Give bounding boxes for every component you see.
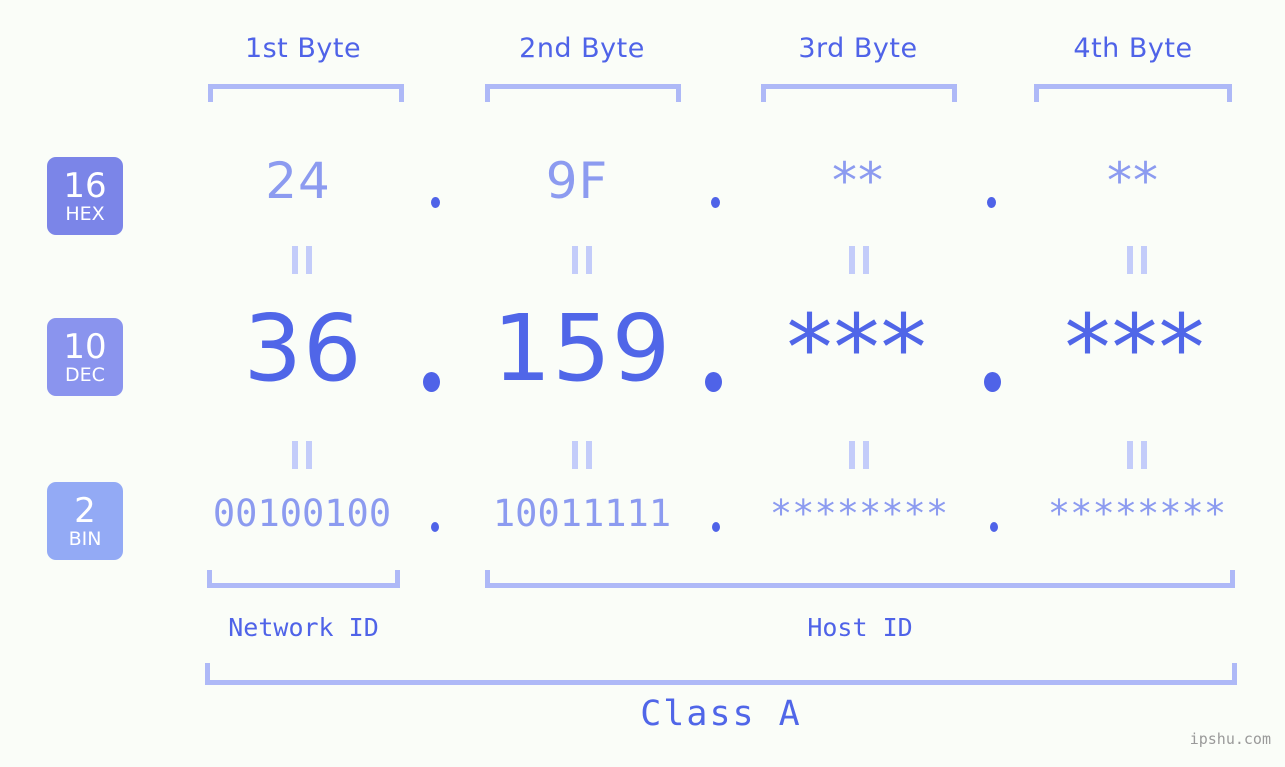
base-badge-bin-word: BIN — [68, 527, 102, 550]
hex-value-byte-4: ** — [1107, 152, 1159, 210]
byte-bracket-2 — [485, 84, 681, 102]
equals-marker-dec-bin-2 — [572, 441, 592, 469]
base-badge-hex-word: HEX — [65, 202, 105, 225]
byte-header-1: 1st Byte — [244, 33, 362, 64]
bin-value-byte-1: 00100100 — [212, 492, 392, 535]
byte-bracket-1 — [208, 84, 404, 102]
hex-value-byte-1: 24 — [265, 152, 331, 210]
class-label: Class A — [640, 694, 802, 734]
network-id-bracket — [207, 570, 400, 588]
equals-marker-hex-dec-4 — [1127, 246, 1147, 274]
equals-marker-dec-bin-4 — [1127, 441, 1147, 469]
hex-dot-separator-3 — [987, 197, 996, 208]
base-badge-hex: 16 HEX — [47, 157, 123, 235]
bin-value-byte-3: ******** — [769, 492, 949, 535]
base-badge-bin-number: 2 — [74, 490, 96, 531]
bin-value-byte-4: ******** — [1047, 492, 1227, 535]
equals-marker-dec-bin-3 — [849, 441, 869, 469]
base-badge-bin: 2 BIN — [47, 482, 123, 560]
network-id-label: Network ID — [228, 613, 379, 642]
base-badge-dec-number: 10 — [63, 326, 107, 367]
base-badge-dec-word: DEC — [65, 363, 105, 386]
dec-value-byte-4: *** — [1064, 295, 1206, 402]
hex-value-byte-2: 9F — [545, 152, 609, 210]
dec-value-byte-2: 159 — [492, 295, 672, 402]
byte-header-3: 3rd Byte — [798, 33, 918, 64]
byte-bracket-4 — [1034, 84, 1232, 102]
byte-header-4: 4th Byte — [1073, 33, 1193, 64]
dec-value-byte-3: *** — [786, 295, 928, 402]
hex-dot-separator-1 — [431, 197, 440, 208]
bin-dot-separator-1 — [431, 522, 439, 532]
base-badge-hex-number: 16 — [63, 165, 107, 206]
bin-dot-separator-2 — [712, 522, 720, 532]
site-watermark: ipshu.com — [1189, 730, 1271, 748]
hex-value-byte-3: ** — [832, 152, 884, 210]
ip-address-breakdown-diagram: 1st Byte 2nd Byte 3rd Byte 4th Byte 16 H… — [0, 0, 1285, 767]
base-badge-dec: 10 DEC — [47, 318, 123, 396]
bin-value-byte-2: 10011111 — [492, 492, 672, 535]
dec-dot-separator-1 — [423, 372, 440, 392]
byte-header-2: 2nd Byte — [519, 33, 645, 64]
equals-marker-hex-dec-2 — [572, 246, 592, 274]
bin-dot-separator-3 — [990, 522, 998, 532]
host-id-label: Host ID — [807, 613, 913, 642]
host-id-bracket — [485, 570, 1235, 588]
dec-dot-separator-2 — [705, 372, 722, 392]
equals-marker-hex-dec-3 — [849, 246, 869, 274]
dec-dot-separator-3 — [984, 372, 1001, 392]
class-bracket — [205, 663, 1237, 685]
equals-marker-hex-dec-1 — [292, 246, 312, 274]
dec-value-byte-1: 36 — [243, 295, 363, 402]
equals-marker-dec-bin-1 — [292, 441, 312, 469]
hex-dot-separator-2 — [711, 197, 720, 208]
byte-bracket-3 — [761, 84, 957, 102]
